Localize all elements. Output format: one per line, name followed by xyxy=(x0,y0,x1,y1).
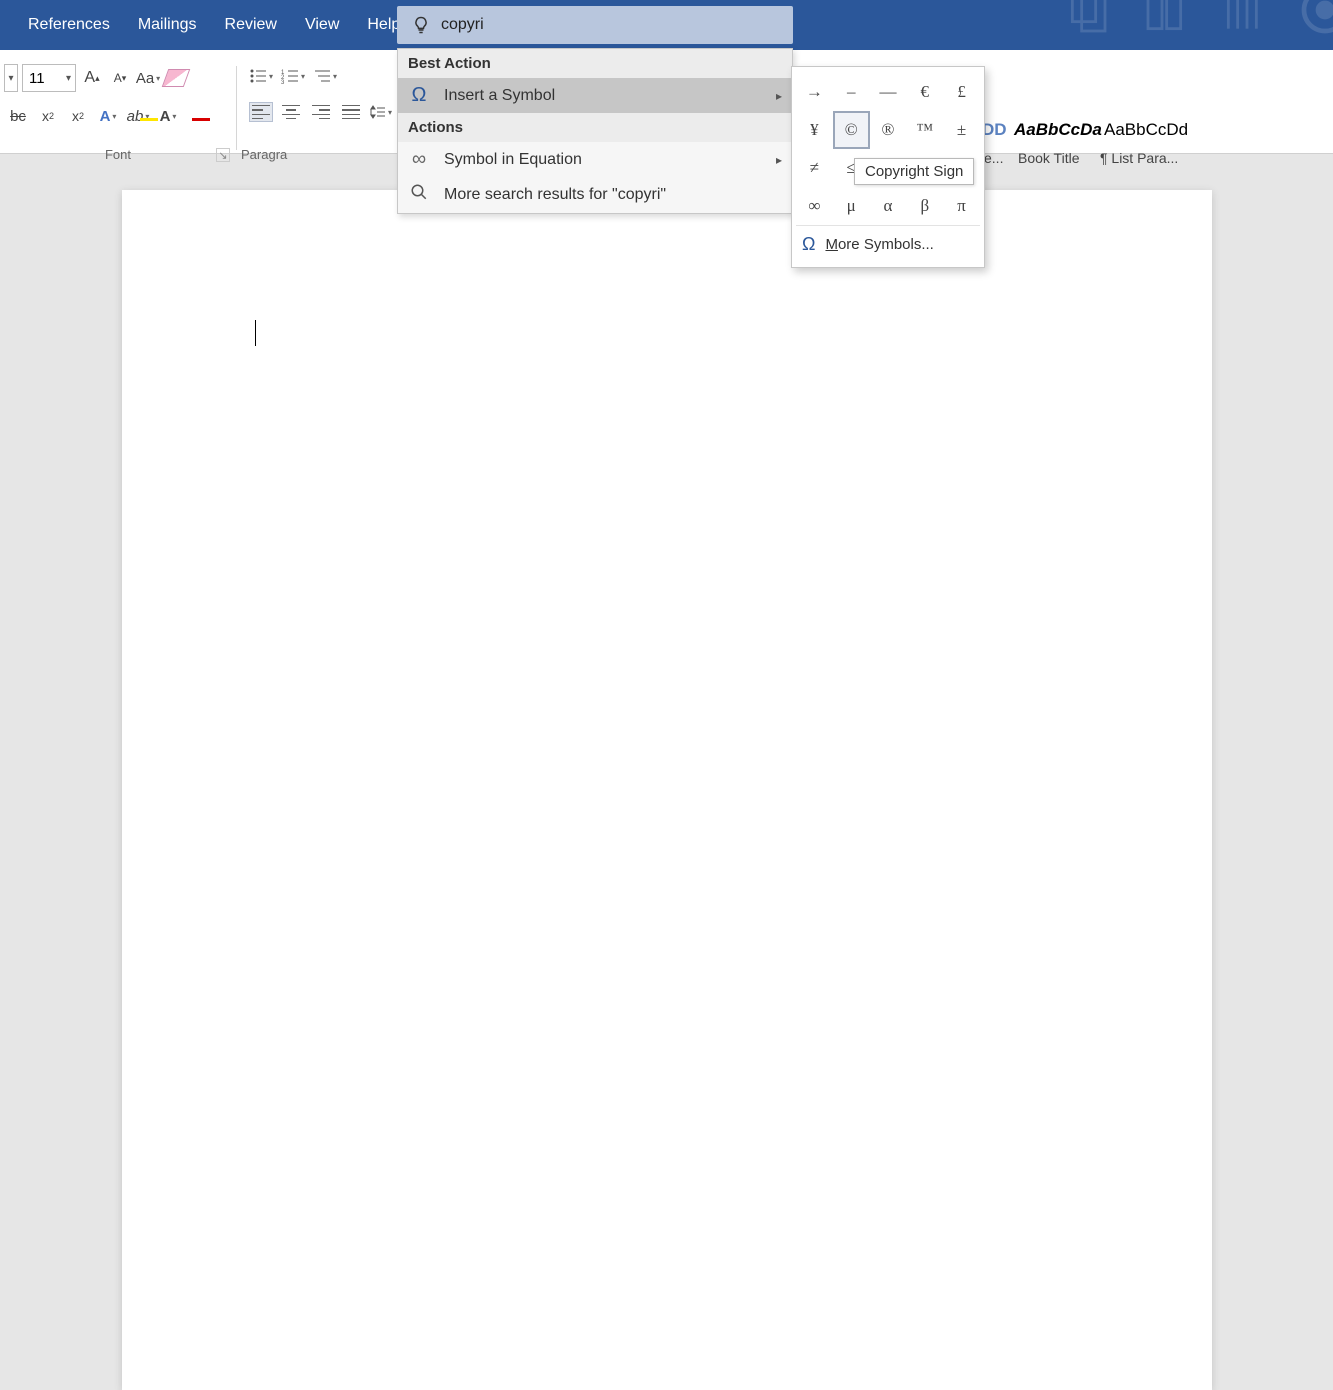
action-more-results-label: More search results for "copyri" xyxy=(444,186,666,204)
tell-me-input[interactable] xyxy=(441,16,793,34)
svg-text:3: 3 xyxy=(281,80,285,84)
ribbon-tabs: References Mailings Review View Help xyxy=(0,2,414,48)
tab-mailings[interactable]: Mailings xyxy=(124,2,211,48)
symbol-cell-17[interactable]: α xyxy=(870,187,907,225)
document-area xyxy=(0,170,1333,813)
tell-me-dropdown: Best Action Ω Insert a Symbol ▸ Actions … xyxy=(397,48,793,214)
align-right-button[interactable] xyxy=(309,102,333,122)
dropdown-section-best-action: Best Action xyxy=(398,49,792,78)
submenu-arrow-icon: ▸ xyxy=(776,153,782,167)
style-preview-list-para[interactable]: AaBbCcDd xyxy=(1104,120,1188,140)
titlebar-decorative-icons xyxy=(1063,0,1333,38)
eraser-icon xyxy=(162,69,191,87)
title-bar: References Mailings Review View Help xyxy=(0,0,1333,50)
action-insert-symbol[interactable]: Ω Insert a Symbol ▸ xyxy=(398,78,792,113)
symbol-cell-6[interactable]: © xyxy=(833,111,870,149)
symbol-cell-16[interactable]: μ xyxy=(833,187,870,225)
change-case-button[interactable]: Aa xyxy=(136,66,160,90)
symbol-cell-10[interactable]: ≠ xyxy=(796,149,833,187)
symbol-grid: →–—€£¥©®™±≠≤≥÷×∞μαβπ xyxy=(796,73,980,225)
font-size-value: 11 xyxy=(29,70,45,87)
strikethrough-button[interactable]: bc xyxy=(6,104,30,128)
document-page[interactable] xyxy=(122,190,1212,1390)
line-spacing-button[interactable] xyxy=(369,100,393,124)
font-name-dropdown[interactable]: ▾ xyxy=(4,64,18,92)
subscript-button[interactable]: x2 xyxy=(36,104,60,128)
tab-view[interactable]: View xyxy=(291,2,353,48)
font-group: ▾ 11 ▾ A▴ A▾ Aa bc x2 x2 A ab A Font ↘ xyxy=(0,64,236,168)
symbol-cell-2[interactable]: — xyxy=(870,73,907,111)
multilevel-list-button[interactable] xyxy=(313,64,337,88)
more-symbols-label: More Symbols... xyxy=(825,236,933,253)
text-effects-button[interactable]: A xyxy=(96,104,120,128)
style-name-book-title: Book Title xyxy=(1018,150,1079,166)
numbering-icon: 123 xyxy=(281,68,299,84)
paragraph-group: 123 Paragra xyxy=(237,64,397,168)
justify-button[interactable] xyxy=(339,102,363,122)
symbol-cell-3[interactable]: € xyxy=(906,73,943,111)
symbol-cell-19[interactable]: π xyxy=(943,187,980,225)
superscript-button[interactable]: x2 xyxy=(66,104,90,128)
bullets-button[interactable] xyxy=(249,64,273,88)
omega-icon: Ω xyxy=(408,84,430,107)
action-symbol-equation-label: Symbol in Equation xyxy=(444,151,582,169)
symbol-cell-18[interactable]: β xyxy=(906,187,943,225)
style-name-list-para: ¶ List Para... xyxy=(1100,150,1178,166)
more-symbols-button[interactable]: Ω More Symbols... xyxy=(796,225,980,263)
symbol-cell-8[interactable]: ™ xyxy=(906,111,943,149)
tab-references[interactable]: References xyxy=(14,2,124,48)
style-preview-partial[interactable]: DD xyxy=(982,120,1007,140)
line-spacing-icon xyxy=(370,104,386,120)
action-insert-symbol-label: Insert a Symbol xyxy=(444,87,555,105)
submenu-arrow-icon: ▸ xyxy=(776,89,782,103)
symbol-cell-15[interactable]: ∞ xyxy=(796,187,833,225)
lightbulb-icon xyxy=(411,15,431,35)
symbol-cell-1[interactable]: – xyxy=(833,73,870,111)
font-size-dropdown[interactable]: 11 ▾ xyxy=(22,64,76,92)
search-icon xyxy=(408,183,430,207)
tab-review[interactable]: Review xyxy=(211,2,291,48)
action-more-results[interactable]: More search results for "copyri" xyxy=(398,177,792,213)
highlight-button[interactable]: ab xyxy=(126,104,150,128)
font-group-label: Font xyxy=(0,147,236,162)
symbol-tooltip: Copyright Sign xyxy=(854,158,974,185)
action-symbol-equation[interactable]: ∞ Symbol in Equation ▸ xyxy=(398,142,792,177)
bullets-icon xyxy=(249,68,267,84)
font-color-button[interactable]: A xyxy=(156,104,180,128)
align-center-button[interactable] xyxy=(279,102,303,122)
shrink-font-button[interactable]: A▾ xyxy=(108,66,132,90)
symbol-cell-9[interactable]: ± xyxy=(943,111,980,149)
font-dialog-launcher[interactable]: ↘ xyxy=(216,148,230,162)
paragraph-group-label: Paragra xyxy=(237,147,397,162)
align-left-button[interactable] xyxy=(249,102,273,122)
omega-icon: Ω xyxy=(802,234,815,255)
multilevel-icon xyxy=(313,68,331,84)
text-cursor xyxy=(255,320,256,346)
numbering-button[interactable]: 123 xyxy=(281,64,305,88)
symbol-cell-4[interactable]: £ xyxy=(943,73,980,111)
style-preview-book-title[interactable]: AaBbCcDa xyxy=(1014,120,1102,140)
symbol-cell-7[interactable]: ® xyxy=(870,111,907,149)
clear-formatting-button[interactable] xyxy=(164,66,188,90)
symbol-cell-0[interactable]: → xyxy=(796,73,833,111)
tell-me-search[interactable] xyxy=(397,6,793,44)
infinity-icon: ∞ xyxy=(408,148,430,171)
style-name-partial: e... xyxy=(984,150,1003,166)
grow-font-button[interactable]: A▴ xyxy=(80,66,104,90)
dropdown-section-actions: Actions xyxy=(398,113,792,142)
symbol-cell-5[interactable]: ¥ xyxy=(796,111,833,149)
